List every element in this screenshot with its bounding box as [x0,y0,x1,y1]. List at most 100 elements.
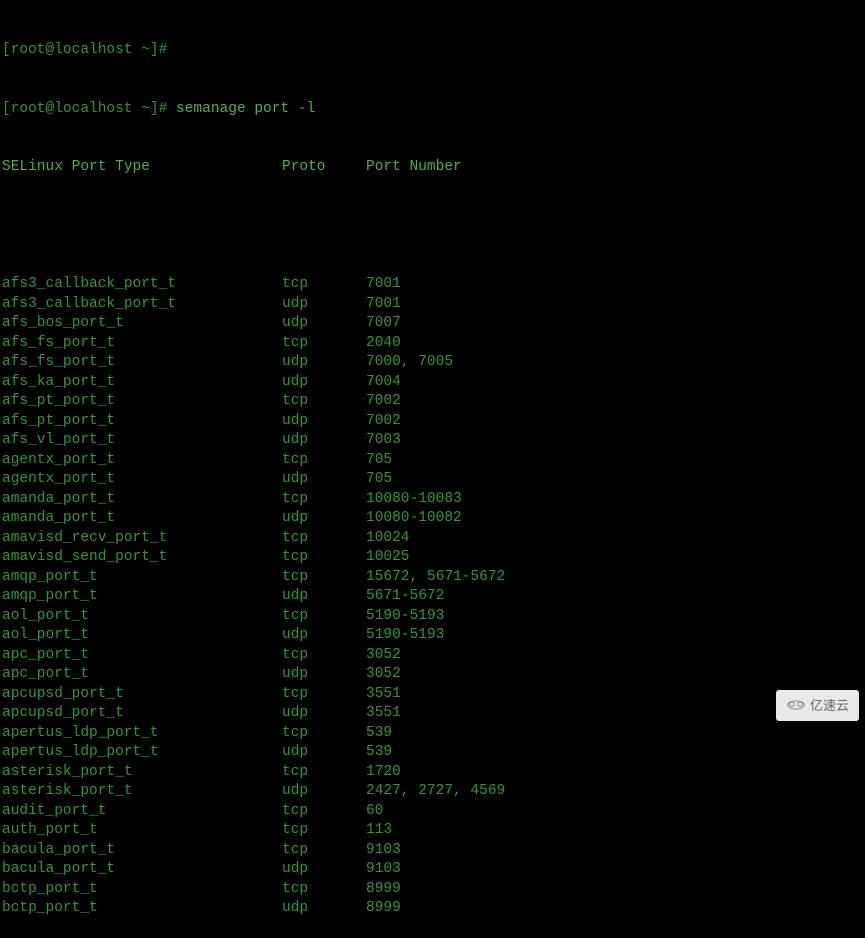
table-row: apc_port_tudp3052 [2,665,863,685]
port-number-cell: 2427, 2727, 4569 [366,782,505,802]
proto-cell: udp [282,899,366,919]
table-row: afs3_callback_port_tudp7001 [2,295,863,315]
table-row: bacula_port_tudp9103 [2,860,863,880]
port-type-cell: amqp_port_t [2,568,282,588]
proto-cell: udp [282,353,366,373]
proto-cell: udp [282,431,366,451]
port-number-cell: 60 [366,802,383,822]
port-type-cell: afs_fs_port_t [2,334,282,354]
port-number-cell: 7007 [366,314,401,334]
blank-line [2,217,863,237]
table-row: bacula_port_ttcp9103 [2,841,863,861]
table-row: amqp_port_tudp5671-5672 [2,587,863,607]
table-row: apc_port_ttcp3052 [2,646,863,666]
proto-cell: tcp [282,685,366,705]
proto-cell: udp [282,665,366,685]
proto-cell: udp [282,743,366,763]
port-number-cell: 3052 [366,646,401,666]
proto-cell: tcp [282,568,366,588]
port-type-cell: asterisk_port_t [2,763,282,783]
port-number-cell: 5190-5193 [366,626,444,646]
table-row: afs_vl_port_tudp7003 [2,431,863,451]
port-number-cell: 1720 [366,763,401,783]
port-number-cell: 10025 [366,548,410,568]
table-row: bctp_port_ttcp8999 [2,880,863,900]
table-row: apertus_ldp_port_ttcp539 [2,724,863,744]
proto-cell: udp [282,860,366,880]
port-number-cell: 2040 [366,334,401,354]
table-row: aol_port_tudp5190-5193 [2,626,863,646]
proto-cell: tcp [282,880,366,900]
table-row: afs_fs_port_ttcp2040 [2,334,863,354]
header-proto: Proto [282,158,366,178]
proto-cell: udp [282,373,366,393]
port-type-cell: amanda_port_t [2,490,282,510]
port-type-cell: bctp_port_t [2,880,282,900]
prompt-line-2: [root@localhost ~]# semanage port -l [2,100,863,120]
port-type-cell: afs_ka_port_t [2,373,282,393]
port-number-cell: 7000, 7005 [366,353,453,373]
port-number-cell: 705 [366,470,392,490]
port-number-cell: 7001 [366,275,401,295]
port-type-cell: afs_fs_port_t [2,353,282,373]
table-row: afs_ka_port_tudp7004 [2,373,863,393]
table-header: SELinux Port TypeProtoPort Number [2,158,863,178]
port-type-cell: apertus_ldp_port_t [2,724,282,744]
proto-cell: tcp [282,841,366,861]
port-type-cell: apc_port_t [2,665,282,685]
port-type-cell: asterisk_port_t [2,782,282,802]
port-number-cell: 3551 [366,704,401,724]
port-type-cell: bacula_port_t [2,841,282,861]
port-type-cell: auth_port_t [2,821,282,841]
port-number-cell: 3052 [366,665,401,685]
table-row: apcupsd_port_ttcp3551 [2,685,863,705]
table-row: agentx_port_ttcp705 [2,451,863,471]
table-row: afs_pt_port_ttcp7002 [2,392,863,412]
proto-cell: udp [282,295,366,315]
proto-cell: udp [282,626,366,646]
table-row: auth_port_ttcp113 [2,821,863,841]
port-number-cell: 10080-10083 [366,490,462,510]
port-type-cell: apcupsd_port_t [2,685,282,705]
proto-cell: tcp [282,529,366,549]
port-number-cell: 5671-5672 [366,587,444,607]
watermark-text: 亿速云 [810,696,849,716]
port-type-cell: afs_pt_port_t [2,392,282,412]
proto-cell: udp [282,704,366,724]
port-number-cell: 7002 [366,392,401,412]
port-number-cell: 705 [366,451,392,471]
proto-cell: udp [282,412,366,432]
table-row: afs_pt_port_tudp7002 [2,412,863,432]
table-row: aol_port_ttcp5190-5193 [2,607,863,627]
proto-cell: tcp [282,821,366,841]
port-number-cell: 113 [366,821,392,841]
terminal-output[interactable]: [root@localhost ~]# [root@localhost ~]# … [2,2,863,938]
port-type-cell: amavisd_send_port_t [2,548,282,568]
table-row: agentx_port_tudp705 [2,470,863,490]
port-number-cell: 10024 [366,529,410,549]
port-number-cell: 7001 [366,295,401,315]
port-type-cell: apc_port_t [2,646,282,666]
port-type-cell: bacula_port_t [2,860,282,880]
table-row: apertus_ldp_port_tudp539 [2,743,863,763]
port-type-cell: afs_bos_port_t [2,314,282,334]
command-text: semanage port -l [176,101,315,117]
port-type-cell: agentx_port_t [2,470,282,490]
proto-cell: tcp [282,392,366,412]
table-row: afs_fs_port_tudp7000, 7005 [2,353,863,373]
proto-cell: tcp [282,802,366,822]
port-type-cell: aol_port_t [2,607,282,627]
header-port-number: Port Number [366,158,462,178]
proto-cell: tcp [282,724,366,744]
table-row: afs_bos_port_tudp7007 [2,314,863,334]
table-row: amanda_port_tudp10080-10082 [2,509,863,529]
port-type-cell: afs_pt_port_t [2,412,282,432]
port-type-cell: bctp_port_t [2,899,282,919]
port-type-cell: aol_port_t [2,626,282,646]
prompt-prefix: [root@localhost ~]# [2,101,176,117]
proto-cell: tcp [282,275,366,295]
table-rows: afs3_callback_port_ttcp7001afs3_callback… [2,275,863,919]
port-type-cell: apcupsd_port_t [2,704,282,724]
proto-cell: udp [282,470,366,490]
port-type-cell: agentx_port_t [2,451,282,471]
